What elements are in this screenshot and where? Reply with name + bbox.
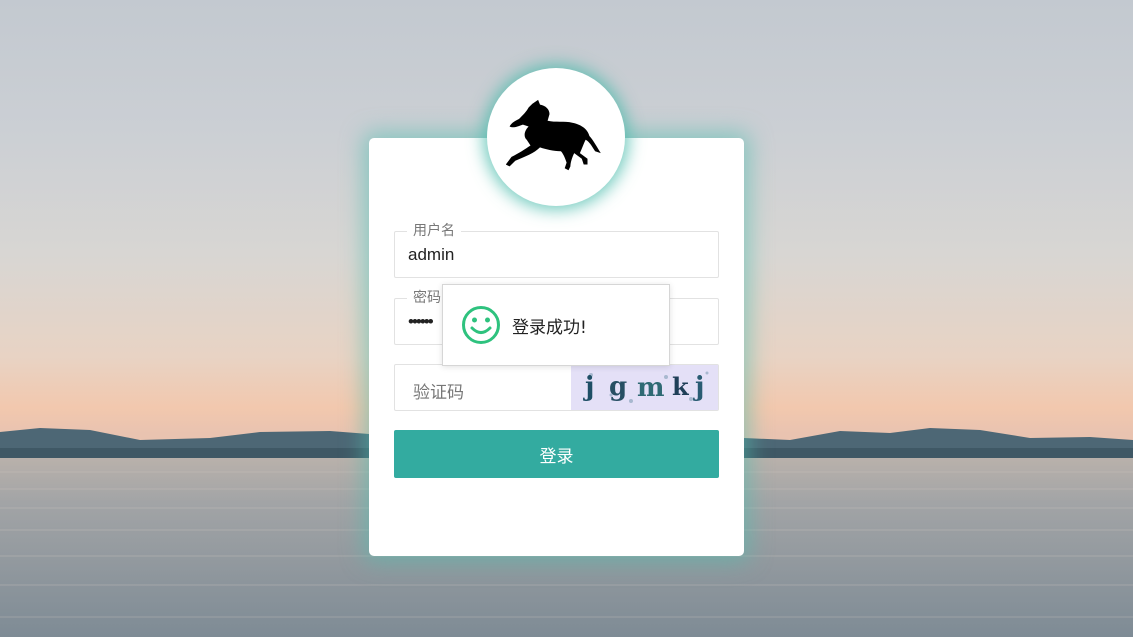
- username-value[interactable]: admin: [408, 245, 454, 265]
- horse-icon: [506, 99, 601, 171]
- captcha-input[interactable]: 验证码: [413, 378, 464, 403]
- captcha-image[interactable]: j g m k j: [571, 365, 718, 410]
- username-label: 用户名: [407, 222, 461, 240]
- captcha-char: m: [637, 373, 665, 403]
- password-label: 密码: [407, 289, 447, 307]
- password-value[interactable]: ••••••: [408, 312, 434, 332]
- success-toast: 登录成功!: [442, 284, 670, 366]
- login-button[interactable]: 登录: [394, 430, 719, 478]
- captcha-char: j: [693, 372, 704, 402]
- captcha-char: g: [609, 372, 627, 402]
- toast-message: 登录成功!: [512, 318, 587, 338]
- smile-icon: [461, 305, 501, 349]
- username-field[interactable]: 用户名 admin: [394, 222, 719, 278]
- captcha-field[interactable]: 验证码 j g m k j: [394, 364, 719, 411]
- horse-logo: [487, 68, 625, 206]
- captcha-char: j: [583, 372, 594, 402]
- captcha-char: k: [672, 372, 690, 401]
